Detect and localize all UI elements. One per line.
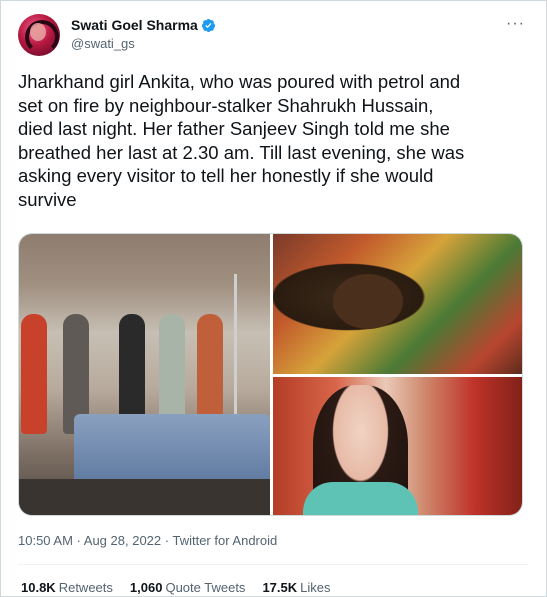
author-name-row: Swati Goel Sharma xyxy=(71,17,216,33)
meta-separator: · xyxy=(161,533,173,548)
retweets-stat[interactable]: 10.8K Retweets xyxy=(21,580,113,595)
media-image-hospital-ward[interactable] xyxy=(19,234,270,515)
likes-label: Likes xyxy=(300,580,331,595)
tweet-source: Twitter for Android xyxy=(172,533,278,548)
floor xyxy=(19,479,270,515)
quote-tweets-count: 1,060 xyxy=(129,580,163,595)
more-options-icon[interactable]: ··· xyxy=(506,15,525,33)
avatar[interactable] xyxy=(18,14,60,56)
patient-face xyxy=(333,274,403,329)
retweets-label: Retweets xyxy=(58,580,113,595)
meta-separator: · xyxy=(72,533,84,548)
tweet-date[interactable]: Aug 28, 2022 xyxy=(84,533,161,548)
tweet-stats: 10.8K Retweets 1,060 Quote Tweets 17.5K Lik… xyxy=(21,580,348,595)
verified-badge-icon xyxy=(201,18,215,32)
tweet-time[interactable]: 10:50 AM xyxy=(18,533,73,548)
tweet-meta: 10:50 AM · Aug 28, 2022 · Twitter for An… xyxy=(18,533,277,548)
tweet-card: Swati Goel Sharma @swati_gs ··· Jharkhan… xyxy=(0,0,547,597)
author-handle[interactable]: @swati_gs xyxy=(71,36,135,51)
quote-tweets-label: Quote Tweets xyxy=(165,580,246,595)
media-image-portrait[interactable] xyxy=(273,377,522,515)
author-display-name[interactable]: Swati Goel Sharma xyxy=(71,17,198,33)
person-figure xyxy=(21,314,47,434)
retweets-count: 10.8K xyxy=(21,580,56,595)
media-grid xyxy=(18,233,523,516)
divider xyxy=(18,564,528,565)
tweet-text: Jharkhand girl Ankita, who was poured wi… xyxy=(18,71,465,210)
likes-stat[interactable]: 17.5K Likes xyxy=(262,580,330,595)
quote-tweets-stat[interactable]: 1,060 Quote Tweets xyxy=(130,580,246,595)
likes-count: 17.5K xyxy=(262,580,298,595)
portrait-shirt xyxy=(303,482,418,515)
avatar-face xyxy=(30,23,46,41)
media-image-patient[interactable] xyxy=(273,234,522,374)
hospital-bed xyxy=(74,414,270,484)
